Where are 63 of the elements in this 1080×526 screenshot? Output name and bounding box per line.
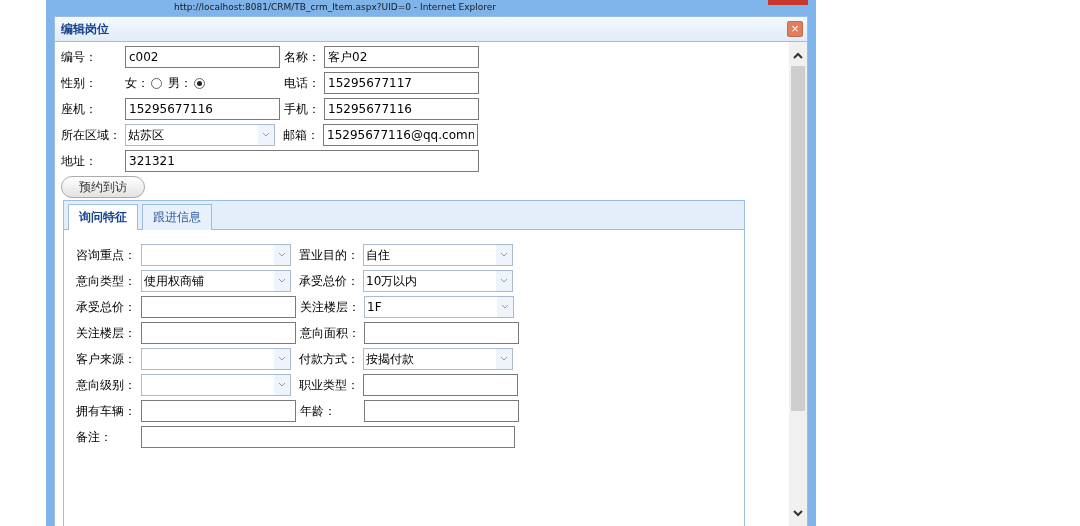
option-label: 女： xyxy=(125,74,149,92)
text-field[interactable]: 15295677116@qq.comn xyxy=(323,124,478,146)
appointment-button[interactable]: 预约到访 xyxy=(61,176,145,198)
text-field[interactable]: 321321 xyxy=(125,150,479,172)
text-field[interactable]: 15295677116 xyxy=(125,98,280,120)
field-label: 职业类型： xyxy=(299,376,360,394)
field-label: 手机： xyxy=(284,100,321,118)
dialog-title: 编辑岗位 xyxy=(61,20,109,38)
caret-icon xyxy=(274,245,290,265)
caret-icon xyxy=(496,271,512,291)
field-label: 意向级别： xyxy=(76,376,137,394)
field-label: 意向类型： xyxy=(76,272,137,290)
field-label: 客户来源： xyxy=(76,350,137,368)
field-label: 付款方式： xyxy=(299,350,360,368)
caret-icon xyxy=(274,349,290,369)
field-label: 所在区域： xyxy=(61,126,122,144)
field-label: 意向面积： xyxy=(300,324,361,342)
field-label: 关注楼层： xyxy=(76,324,137,342)
caret-icon xyxy=(258,125,274,145)
dropdown[interactable]: 使用权商铺 xyxy=(141,270,291,292)
text-field[interactable] xyxy=(141,400,296,422)
text-field[interactable] xyxy=(141,296,296,318)
text-field[interactable] xyxy=(363,374,518,396)
dropdown[interactable]: 10万以内 xyxy=(363,270,513,292)
caret-icon xyxy=(496,245,512,265)
text-field[interactable] xyxy=(364,400,519,422)
field-label: 名称： xyxy=(284,48,321,66)
caret-icon xyxy=(274,271,290,291)
field-label: 座机： xyxy=(61,100,98,118)
field-label: 编号： xyxy=(61,48,98,66)
field-label: 电话： xyxy=(284,74,321,92)
option-label: 男： xyxy=(168,74,192,92)
dropdown[interactable]: 1F xyxy=(364,296,514,318)
text-field[interactable] xyxy=(141,322,296,344)
field-label: 邮箱： xyxy=(283,126,320,144)
text-field[interactable] xyxy=(141,426,515,448)
field-label: 承受总价： xyxy=(76,298,137,316)
scrollbar[interactable] xyxy=(789,42,807,526)
field-label: 地址： xyxy=(61,152,98,170)
dropdown[interactable]: 自住 xyxy=(363,244,513,266)
field-label: 性别： xyxy=(61,74,98,92)
text-field[interactable] xyxy=(364,322,519,344)
text-field[interactable]: 15295677116 xyxy=(324,98,479,120)
field-label: 备注： xyxy=(76,428,113,446)
field-label: 关注楼层： xyxy=(300,298,361,316)
field-label: 年龄： xyxy=(300,402,337,420)
tab[interactable]: 跟进信息 xyxy=(142,204,212,230)
tab[interactable]: 询问特征 xyxy=(68,204,138,230)
text-field[interactable]: c002 xyxy=(125,46,280,68)
text-field[interactable]: 15295677117 xyxy=(324,72,479,94)
field-label: 咨询重点： xyxy=(76,246,137,264)
dropdown[interactable]: 按揭付款 xyxy=(363,348,513,370)
caret-icon xyxy=(274,375,290,395)
text-field[interactable]: 客户02 xyxy=(324,46,479,68)
scroll-down-icon[interactable] xyxy=(792,507,804,519)
caret-icon xyxy=(497,297,513,317)
field-label: 承受总价： xyxy=(299,272,360,290)
window-title: http://localhost:8081/CRM/TB_crm_Item.aspx?UID=0 - Internet Explorer xyxy=(174,2,497,12)
field-label: 拥有车辆： xyxy=(76,402,137,420)
field-label: 置业目的： xyxy=(299,246,360,264)
dropdown[interactable]: 姑苏区 xyxy=(125,124,275,146)
scroll-thumb[interactable] xyxy=(791,66,805,411)
caret-icon xyxy=(496,349,512,369)
